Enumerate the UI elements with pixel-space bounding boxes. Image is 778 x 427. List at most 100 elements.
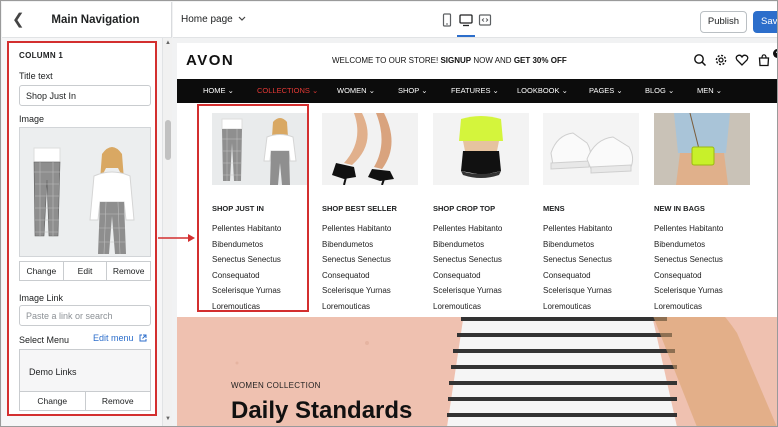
mega-link[interactable]: Bibendumetos — [654, 237, 723, 253]
scroll-up-icon[interactable]: ▲ — [164, 40, 172, 48]
cart-icon[interactable] — [757, 53, 771, 67]
mega-image-shop-just-in[interactable] — [212, 113, 308, 185]
fullscreen-view-icon[interactable] — [477, 12, 493, 28]
title-text-input[interactable] — [19, 85, 151, 106]
welcome-pre: WELCOME TO OUR STORE! — [332, 56, 441, 65]
mega-link[interactable]: Scelerisque Yurnas — [212, 283, 281, 299]
mega-link[interactable]: Consequatod — [322, 268, 391, 284]
mega-link[interactable]: Loremouticas — [433, 299, 502, 315]
mega-link[interactable]: Bibendumetos — [212, 237, 281, 253]
nav-collections[interactable]: COLLECTIONS ⌄ — [257, 79, 318, 103]
mega-link[interactable]: Senectus Senectus — [543, 252, 612, 268]
menu-buttons: Change Remove — [19, 391, 151, 411]
store-preview: AVON WELCOME TO OUR STORE! SIGNUP NOW AN… — [177, 43, 777, 426]
search-icon[interactable] — [693, 53, 707, 67]
heart-icon[interactable] — [735, 53, 749, 67]
publish-button[interactable]: Publish — [700, 11, 747, 33]
mega-image-crop-top[interactable] — [433, 113, 529, 185]
app-frame: ❮ Main Navigation COLUMN 1 Title text Im… — [0, 0, 778, 427]
mega-title[interactable]: SHOP JUST IN — [212, 204, 264, 213]
nav-home[interactable]: HOME ⌄ — [203, 79, 234, 103]
mega-title[interactable]: MENS — [543, 204, 565, 213]
desktop-view-icon[interactable] — [458, 12, 474, 28]
mega-link[interactable]: Bibendumetos — [433, 237, 502, 253]
nav-shop[interactable]: SHOP ⌄ — [398, 79, 428, 103]
page-select[interactable]: Home page — [181, 14, 246, 25]
back-arrow-icon[interactable]: ❮ — [12, 12, 28, 28]
nav-women[interactable]: WOMEN ⌄ — [337, 79, 375, 103]
mega-link[interactable]: Pellentes Habitanto — [543, 221, 612, 237]
mega-link[interactable]: Scelerisque Yurnas — [433, 283, 502, 299]
chevron-down-icon: ⌄ — [312, 86, 319, 95]
mega-link[interactable]: Pellentes Habitanto — [433, 221, 502, 237]
nav-label: BLOG — [645, 86, 666, 95]
hero-label: WOMEN COLLECTION — [231, 381, 321, 390]
mega-link[interactable]: Scelerisque Yurnas — [322, 283, 391, 299]
external-link-icon — [139, 334, 147, 342]
mega-link[interactable]: Consequatod — [654, 268, 723, 284]
mega-link[interactable]: Consequatod — [433, 268, 502, 284]
column-settings-box: COLUMN 1 Title text Image — [7, 41, 157, 416]
image-edit-button[interactable]: Edit — [64, 262, 108, 280]
image-link-label: Image Link — [19, 293, 64, 303]
mega-image-mens[interactable] — [543, 113, 639, 185]
mega-link[interactable]: Bibendumetos — [322, 237, 391, 253]
gear-icon[interactable] — [714, 53, 728, 67]
mega-link[interactable]: Senectus Senectus — [433, 252, 502, 268]
image-change-button[interactable]: Change — [20, 262, 64, 280]
image-preview — [19, 127, 151, 257]
mega-link[interactable]: Senectus Senectus — [212, 252, 281, 268]
menu-card: Demo Links Change Remove — [19, 349, 151, 411]
nav-label: HOME — [203, 86, 226, 95]
image-link-input[interactable] — [19, 305, 151, 326]
mega-link[interactable]: Scelerisque Yurnas — [654, 283, 723, 299]
mega-link[interactable]: Bibendumetos — [543, 237, 612, 253]
section-title: COLUMN 1 — [19, 51, 64, 60]
mega-link[interactable]: Loremouticas — [322, 299, 391, 315]
nav-label: COLLECTIONS — [257, 86, 310, 95]
mega-link[interactable]: Pellentes Habitanto — [654, 221, 723, 237]
page-select-label: Home page — [181, 14, 233, 25]
mobile-view-icon[interactable] — [439, 12, 455, 28]
mega-link[interactable]: Loremouticas — [654, 299, 723, 315]
chevron-down-icon: ⌄ — [715, 86, 723, 95]
mega-link[interactable]: Consequatod — [212, 268, 281, 284]
nav-men[interactable]: MEN ⌄ — [697, 79, 722, 103]
menu-remove-button[interactable]: Remove — [86, 392, 151, 410]
nav-label: LOOKBOOK — [517, 86, 560, 95]
menu-change-button[interactable]: Change — [20, 392, 86, 410]
mega-link[interactable]: Senectus Senectus — [322, 252, 391, 268]
nav-pages[interactable]: PAGES ⌄ — [589, 79, 623, 103]
mega-title[interactable]: SHOP CROP TOP — [433, 204, 495, 213]
cart-count-badge: 4 — [773, 49, 777, 58]
nav-lookbook[interactable]: LOOKBOOK ⌄ — [517, 79, 568, 103]
nav-features[interactable]: FEATURES ⌄ — [451, 79, 499, 103]
chevron-down-icon: ⌄ — [667, 86, 675, 95]
store-header: AVON WELCOME TO OUR STORE! SIGNUP NOW AN… — [177, 43, 777, 79]
mega-menu: SHOP JUST IN Pellentes Habitanto Bibendu… — [177, 103, 777, 317]
image-remove-button[interactable]: Remove — [107, 262, 150, 280]
mega-title[interactable]: SHOP BEST SELLER — [322, 204, 397, 213]
nav-blog[interactable]: BLOG ⌄ — [645, 79, 674, 103]
mega-link[interactable]: Pellentes Habitanto — [212, 221, 281, 237]
scroll-thumb[interactable] — [165, 120, 171, 160]
store-logo[interactable]: AVON — [186, 52, 234, 69]
welcome-signup[interactable]: SIGNUP — [440, 56, 471, 65]
mega-link[interactable]: Pellentes Habitanto — [322, 221, 391, 237]
mega-image-best-seller[interactable] — [322, 113, 418, 185]
mega-link[interactable]: Scelerisque Yurnas — [543, 283, 612, 299]
chevron-down-icon: ⌄ — [492, 86, 499, 95]
chevron-down-icon: ⌄ — [368, 86, 375, 95]
mega-link[interactable]: Senectus Senectus — [654, 252, 723, 268]
edit-menu-link[interactable]: Edit menu — [93, 333, 147, 343]
chevron-down-icon: ⌄ — [421, 86, 428, 95]
hero-title: Daily Standards — [231, 397, 413, 424]
save-button[interactable]: Save — [753, 11, 777, 33]
scroll-down-icon[interactable]: ▼ — [164, 416, 172, 424]
mega-link[interactable]: Consequatod — [543, 268, 612, 284]
chevron-down-icon — [239, 16, 246, 21]
mega-image-new-in-bags[interactable] — [654, 113, 750, 185]
mega-link[interactable]: Loremouticas — [543, 299, 612, 315]
mega-link[interactable]: Loremouticas — [212, 299, 281, 315]
mega-title[interactable]: NEW IN BAGS — [654, 204, 705, 213]
